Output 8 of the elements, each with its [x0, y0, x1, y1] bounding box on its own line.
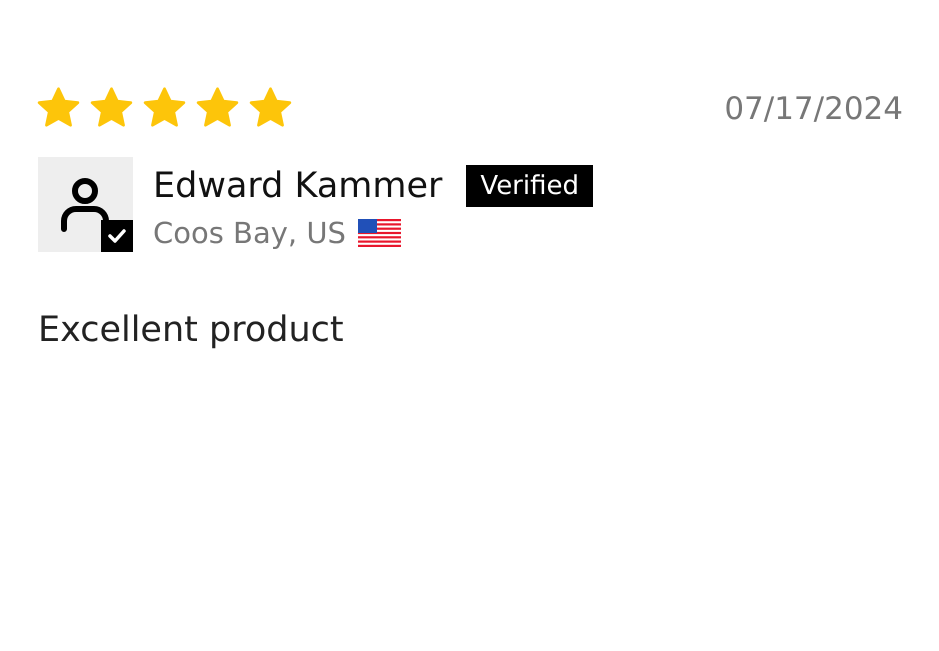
reviewer-location: Coos Bay, US [153, 215, 346, 251]
review-text: Excellent product [38, 310, 345, 350]
us-flag-icon [358, 218, 401, 248]
verified-badge: Verified [466, 165, 593, 207]
reviewer-name: Edward Kammer [153, 165, 442, 208]
verified-check-icon [101, 220, 133, 252]
review-date: 07/17/2024 [724, 90, 903, 126]
person-icon [60, 177, 110, 233]
